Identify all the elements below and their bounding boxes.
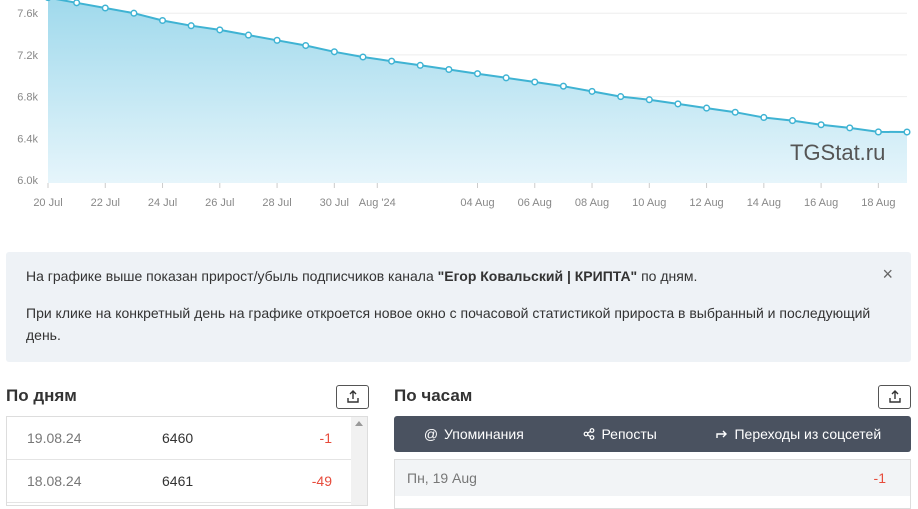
row-change: -49 bbox=[292, 473, 332, 489]
x-tick-label: 12 Aug bbox=[689, 197, 723, 209]
y-tick-label: 6.0k bbox=[17, 175, 38, 187]
row-value: 6461 bbox=[162, 473, 292, 489]
data-point bbox=[704, 105, 710, 111]
data-point bbox=[561, 83, 567, 89]
data-point bbox=[160, 18, 166, 24]
data-point bbox=[732, 109, 738, 115]
x-tick-label: 16 Aug bbox=[804, 197, 838, 209]
data-point bbox=[847, 125, 853, 131]
data-point bbox=[217, 27, 223, 33]
x-tick-label: 06 Aug bbox=[518, 197, 552, 209]
info-box: На графике выше показан прирост/убыль по… bbox=[6, 252, 911, 362]
scroll-up-icon[interactable] bbox=[355, 421, 363, 426]
y-tick-label: 6.8k bbox=[17, 92, 38, 104]
export-days-button[interactable] bbox=[336, 385, 369, 409]
data-point bbox=[274, 38, 280, 44]
table-row[interactable]: 18.08.24 6461 -49 bbox=[7, 460, 351, 503]
x-axis-ticks: 20 Jul 22 Jul 24 Jul 26 Jul 28 Jul 30 Jul Aug … bbox=[33, 183, 895, 209]
data-point bbox=[589, 89, 595, 95]
y-tick-label: 6.4k bbox=[17, 133, 38, 145]
data-point bbox=[904, 129, 910, 135]
info-line-2: При клике на конкретный день на графике … bbox=[26, 302, 891, 346]
upload-icon bbox=[346, 390, 360, 404]
close-icon[interactable]: × bbox=[882, 264, 893, 285]
data-point bbox=[503, 75, 509, 81]
forward-arrow-icon bbox=[716, 428, 728, 440]
chart-area bbox=[48, 0, 907, 183]
x-tick-label: Aug '24 bbox=[359, 197, 396, 209]
data-point bbox=[790, 118, 796, 124]
data-point bbox=[131, 10, 137, 16]
y-tick-label: 7.2k bbox=[17, 50, 38, 62]
data-point bbox=[618, 94, 624, 100]
table-row[interactable]: 19.08.24 6460 -1 bbox=[7, 417, 351, 460]
data-point bbox=[675, 101, 681, 107]
data-point bbox=[475, 71, 481, 77]
row-change: -1 bbox=[292, 430, 332, 446]
info-line-1: На графике выше показан прирост/убыль по… bbox=[26, 265, 891, 287]
data-point bbox=[446, 67, 452, 73]
x-tick-label: 20 Jul bbox=[33, 197, 62, 209]
by-days-title: По дням bbox=[6, 386, 77, 406]
info-text: На графике выше показан прирост/убыль по… bbox=[26, 268, 438, 284]
upload-icon bbox=[888, 390, 902, 404]
tab-label: Репосты bbox=[601, 426, 656, 442]
tab-reposts[interactable]: Репосты bbox=[583, 426, 656, 442]
data-point bbox=[647, 97, 653, 103]
x-tick-label: 04 Aug bbox=[460, 197, 494, 209]
share-icon bbox=[583, 428, 595, 440]
x-tick-label: 28 Jul bbox=[262, 197, 291, 209]
x-tick-label: 08 Aug bbox=[575, 197, 609, 209]
hours-tabs: @ Упоминания Репосты Переходы из соцсете… bbox=[394, 416, 911, 452]
y-tick-label: 7.6k bbox=[17, 8, 38, 20]
tab-social[interactable]: Переходы из соцсетей bbox=[716, 426, 881, 442]
scrollbar[interactable] bbox=[351, 417, 367, 505]
data-point bbox=[332, 49, 338, 55]
data-point bbox=[532, 79, 538, 85]
hour-day-label: Пн, 19 Aug bbox=[407, 470, 477, 486]
data-point bbox=[303, 43, 309, 49]
data-point bbox=[246, 32, 252, 38]
data-point bbox=[761, 115, 767, 121]
subscribers-chart[interactable]: 6.0k6.4k6.8k7.2k7.6k 20 Jul22 Jul24 Jul2… bbox=[0, 0, 918, 215]
data-point bbox=[188, 23, 194, 29]
export-hours-button[interactable] bbox=[878, 385, 911, 409]
data-point bbox=[102, 5, 108, 11]
tab-label: Переходы из соцсетей bbox=[734, 426, 881, 442]
hour-day-change: -1 bbox=[874, 470, 886, 486]
by-hours-title: По часам bbox=[394, 386, 472, 406]
y-axis-ticks: 6.0k 6.4k 6.8k 7.2k 7.6k bbox=[17, 8, 38, 187]
tab-mentions[interactable]: @ Упоминания bbox=[424, 426, 524, 442]
watermark: TGStat.ru bbox=[790, 140, 885, 166]
row-date: 19.08.24 bbox=[7, 430, 162, 446]
data-point bbox=[818, 122, 824, 128]
x-tick-label: 26 Jul bbox=[205, 197, 234, 209]
data-point bbox=[360, 54, 366, 60]
days-table: 19.08.24 6460 -1 18.08.24 6461 -49 bbox=[6, 416, 368, 506]
hour-day-header[interactable]: Пн, 19 Aug -1 bbox=[395, 460, 910, 496]
at-icon: @ bbox=[424, 426, 438, 442]
x-tick-label: 22 Jul bbox=[91, 197, 120, 209]
x-tick-label: 14 Aug bbox=[747, 197, 781, 209]
data-point bbox=[417, 63, 423, 69]
data-point bbox=[389, 58, 395, 64]
x-tick-label: 24 Jul bbox=[148, 197, 177, 209]
hours-list: Пн, 19 Aug -1 bbox=[394, 459, 911, 509]
tab-label: Упоминания bbox=[444, 426, 524, 442]
x-tick-label: 30 Jul bbox=[320, 197, 349, 209]
channel-name: "Егор Ковальский | КРИПТА" bbox=[438, 268, 638, 284]
x-tick-label: 18 Aug bbox=[861, 197, 895, 209]
info-text: по дням. bbox=[637, 268, 697, 284]
data-point bbox=[876, 129, 882, 135]
row-date: 18.08.24 bbox=[7, 473, 162, 489]
data-point bbox=[74, 0, 80, 6]
row-value: 6460 bbox=[162, 430, 292, 446]
x-tick-label: 10 Aug bbox=[632, 197, 666, 209]
